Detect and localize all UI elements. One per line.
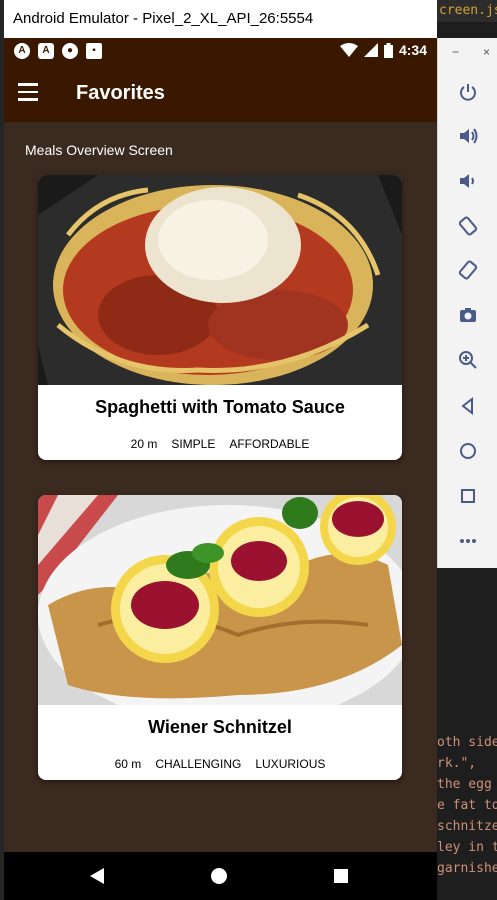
page-title: Favorites [76,82,165,104]
back-icon[interactable] [456,394,480,418]
meal-affordability: LUXURIOUS [255,757,326,771]
notification-icon: ● [62,43,78,59]
zoom-icon[interactable] [456,348,480,372]
code-line: schnitze [437,819,497,834]
meal-image-schnitzel [38,495,402,705]
volume-down-icon[interactable] [456,169,480,193]
more-icon[interactable] [456,529,480,553]
meal-duration: 60 m [114,757,142,771]
meal-image-spaghetti [38,175,402,385]
sd-card-icon: ▪ [86,43,102,59]
code-line: rk.", [437,756,477,771]
meal-complexity: CHALLENGING [155,757,242,771]
meals-list[interactable]: Meals Overview Screen Spaghetti with Tom… [4,122,437,852]
volume-up-icon[interactable] [456,124,480,148]
code-line: garnishe [437,861,497,876]
battery-icon [383,42,393,58]
editor-tab[interactable]: creen.js [437,0,497,22]
rotate-left-icon[interactable] [456,214,480,238]
home-icon[interactable] [211,868,227,884]
notification-icon: A [14,43,30,59]
drawer-menu-icon[interactable] [18,83,44,105]
meal-details: 20 m SIMPLE AFFORDABLE [38,437,402,451]
signal-icon [363,43,378,57]
meal-card[interactable]: Wiener Schnitzel 60 m CHALLENGING LUXURI… [38,495,402,780]
status-bar: A A ● ▪ 4:34 [4,38,437,64]
home-icon[interactable] [456,439,480,463]
code-line: e fat to [437,798,497,813]
meal-details: 60 m CHALLENGING LUXURIOUS [38,757,402,771]
notification-icon: A [38,43,54,59]
clock: 4:34 [398,42,427,58]
meal-card[interactable]: Spaghetti with Tomato Sauce 20 m SIMPLE … [38,175,402,460]
rotate-right-icon[interactable] [456,258,480,282]
navigation-bar [4,852,437,900]
power-icon[interactable] [456,80,480,104]
recent-apps-icon[interactable] [334,869,348,883]
code-line: oth side [437,735,497,750]
meal-title: Wiener Schnitzel [148,717,292,737]
back-icon[interactable] [90,868,104,884]
minimize-icon[interactable]: − [452,45,459,59]
camera-icon[interactable] [456,303,480,327]
meal-affordability: AFFORDABLE [229,437,310,451]
meal-title: Spaghetti with Tomato Sauce [95,397,345,417]
emulator-title-bar[interactable]: Android Emulator - Pixel_2_XL_API_26:555… [4,0,437,38]
meal-duration: 20 m [130,437,158,451]
meal-complexity: SIMPLE [171,437,216,451]
code-line: the egg [437,777,492,792]
code-line: ley in t [437,840,497,855]
screen-label: Meals Overview Screen [25,142,173,158]
emulator-side-panel: − × [437,38,497,568]
side-panel-window-controls: − × [452,45,497,59]
emulator-title: Android Emulator - Pixel_2_XL_API_26:555… [13,10,314,27]
app-bar: Favorites [4,64,437,122]
wifi-icon [339,43,358,57]
close-icon[interactable]: × [483,45,490,59]
overview-icon[interactable] [456,484,480,508]
